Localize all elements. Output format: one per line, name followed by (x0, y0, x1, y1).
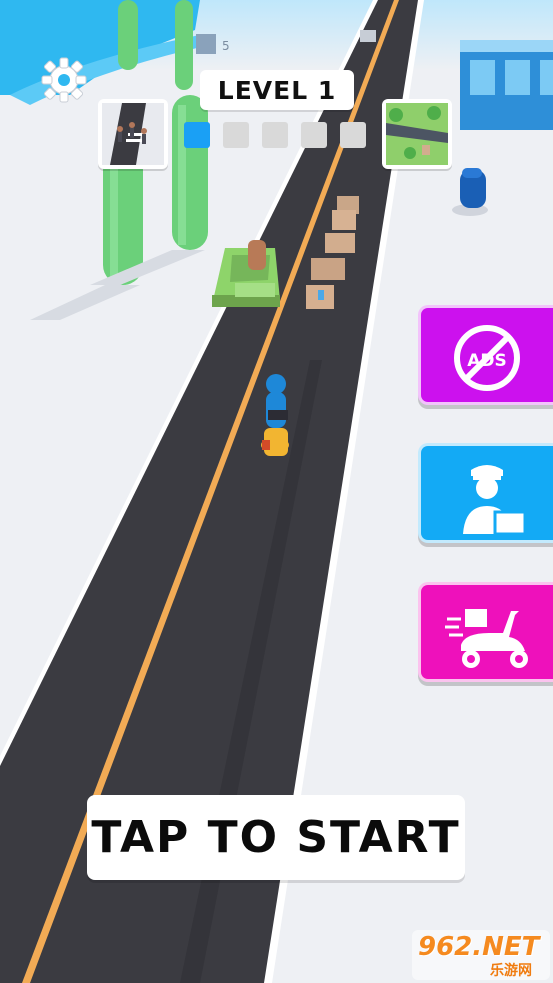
level-end-thumbnail (382, 99, 452, 169)
level-banner: LEVEL 1 (200, 70, 354, 110)
building (460, 40, 553, 130)
progress-step-4 (301, 122, 327, 148)
progress-step-5 (340, 122, 366, 148)
courier-icon (463, 465, 527, 536)
far-car (360, 30, 376, 42)
start-scene-icon (102, 103, 164, 165)
settings-button[interactable] (36, 52, 92, 108)
watermark-brand: 962.NET (418, 932, 540, 962)
delivery-scooter-icon (445, 609, 528, 668)
destination-scene-icon (386, 103, 448, 165)
progress-step-3 (262, 122, 288, 148)
no-ads-icon: ADS (454, 325, 520, 391)
tap-to-start-button[interactable]: TAP TO START (87, 795, 465, 880)
gear-icon (41, 57, 87, 103)
upgrade-scooter-button[interactable] (418, 582, 553, 682)
level-start-thumbnail (98, 99, 168, 169)
no-ads-button[interactable]: ADS (418, 305, 553, 405)
watermark-subtitle: 乐游网 (490, 963, 532, 979)
progress-step-2 (223, 122, 249, 148)
hire-courier-button[interactable] (418, 443, 553, 543)
tap-to-start-label: TAP TO START (91, 812, 461, 863)
progress-step-1 (184, 122, 210, 148)
level-progress (184, 122, 366, 148)
watermark-logo: 962.NET 乐游网 (412, 930, 550, 980)
pole-sign-text: 5 (222, 39, 230, 53)
level-label: LEVEL 1 (217, 75, 337, 105)
no-ads-text: ADS (467, 351, 507, 371)
